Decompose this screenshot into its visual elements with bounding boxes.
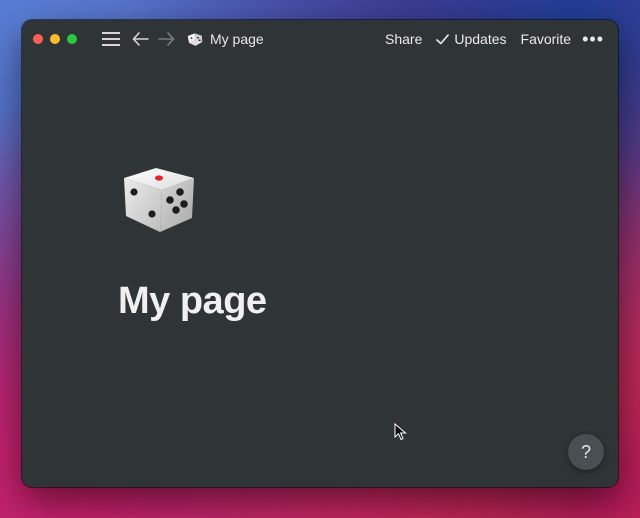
close-window-button[interactable]	[33, 34, 43, 44]
window-controls	[33, 34, 77, 44]
app-window: My page Share Updates Favorite ••• My pa…	[22, 20, 618, 487]
help-label: ?	[580, 441, 591, 462]
back-arrow-icon[interactable]	[130, 29, 150, 49]
breadcrumb-page-label: My page	[210, 31, 264, 47]
updates-button[interactable]: Updates	[429, 31, 513, 47]
breadcrumb[interactable]: My page	[186, 30, 264, 48]
share-button[interactable]: Share	[378, 31, 429, 47]
mouse-cursor-icon	[394, 423, 407, 441]
checkmark-icon	[436, 33, 450, 44]
dice-icon	[187, 33, 203, 46]
page-content: My page	[118, 156, 267, 323]
favorite-label: Favorite	[520, 31, 572, 47]
updates-label: Updates	[454, 31, 507, 47]
share-label: Share	[385, 31, 423, 47]
more-dots-icon: •••	[582, 29, 604, 49]
hamburger-menu-icon[interactable]	[101, 29, 121, 49]
page-title[interactable]: My page	[118, 280, 267, 323]
favorite-button[interactable]: Favorite	[514, 31, 579, 47]
minimize-window-button[interactable]	[50, 34, 60, 44]
forward-arrow-icon[interactable]	[156, 29, 176, 49]
titlebar: My page Share Updates Favorite •••	[22, 20, 618, 58]
more-options-button[interactable]: •••	[578, 30, 608, 48]
page-icon-dice[interactable]	[118, 156, 202, 240]
help-button[interactable]: ?	[568, 434, 604, 470]
zoom-window-button[interactable]	[67, 34, 77, 44]
